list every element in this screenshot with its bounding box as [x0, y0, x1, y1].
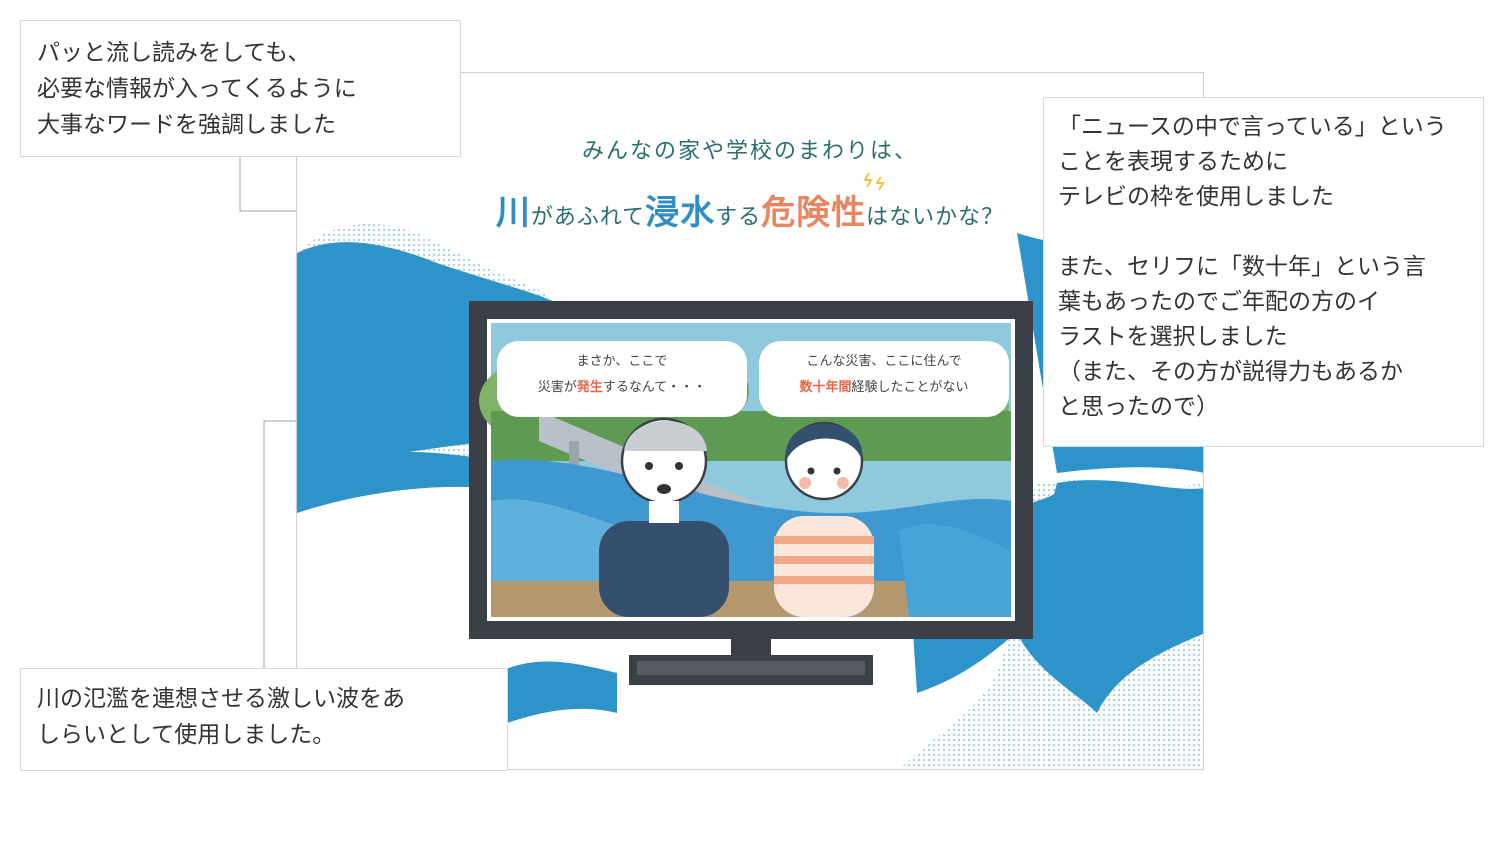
bubble-left-line1: まさか、ここで — [576, 354, 668, 369]
headline-word-danger: 危険性 — [761, 193, 867, 233]
headline-text-3: はないかな？ — [866, 205, 1005, 230]
bubble-right-highlight: 数十年間 — [799, 380, 852, 395]
lightning-icon — [863, 172, 885, 191]
headline-text-1: があふれて — [530, 205, 646, 230]
bubble-left-line2: 災害が発生するなんて・・・ — [497, 375, 747, 401]
headline-word-river: 川 — [495, 193, 531, 233]
annotation-note-waves: 川の氾濫を連想させる激しい波をあ しらいとして使用しました。 — [20, 668, 508, 771]
note-illustration-text: また、セリフに「数十年」という言 葉もあったのでご年配の方のイ ラストを選択しま… — [1058, 254, 1426, 420]
speech-bubble-right: こんな災害、ここに住んで 数十年間経験したことがない — [759, 341, 1009, 417]
annotation-note-tv-frame: 「ニュースの中で言っている」という ことを表現するために テレビの枠を使用しまし… — [1043, 97, 1484, 447]
bubble-left-text-a: 災害が — [537, 380, 577, 395]
note-tv-frame-text: 「ニュースの中で言っている」という ことを表現するために テレビの枠を使用しまし… — [1058, 114, 1447, 210]
headline-text-2: する — [715, 205, 762, 230]
note-waves-text: 川の氾濫を連想させる激しい波をあ しらいとして使用しました。 — [37, 686, 405, 748]
bubble-left-text-c: するなんて・・・ — [602, 380, 707, 395]
headline-word-flood: 浸水 — [645, 193, 716, 233]
note-keywords-text: パッと流し読みをしても、 必要な情報が入ってくるように 大事なワードを強調しまし… — [37, 40, 357, 138]
annotation-note-keywords: パッと流し読みをしても、 必要な情報が入ってくるように 大事なワードを強調しまし… — [20, 20, 461, 157]
bubble-right-text-b: 経験したことがない — [851, 380, 969, 395]
bubble-right-line1: こんな災害、ここに住んで — [806, 354, 962, 369]
speech-bubble-left: まさか、ここで 災害が発生するなんて・・・ — [497, 341, 747, 417]
bubble-right-line2: 数十年間経験したことがない — [759, 375, 1009, 401]
bubble-left-highlight: 発生 — [576, 380, 603, 395]
